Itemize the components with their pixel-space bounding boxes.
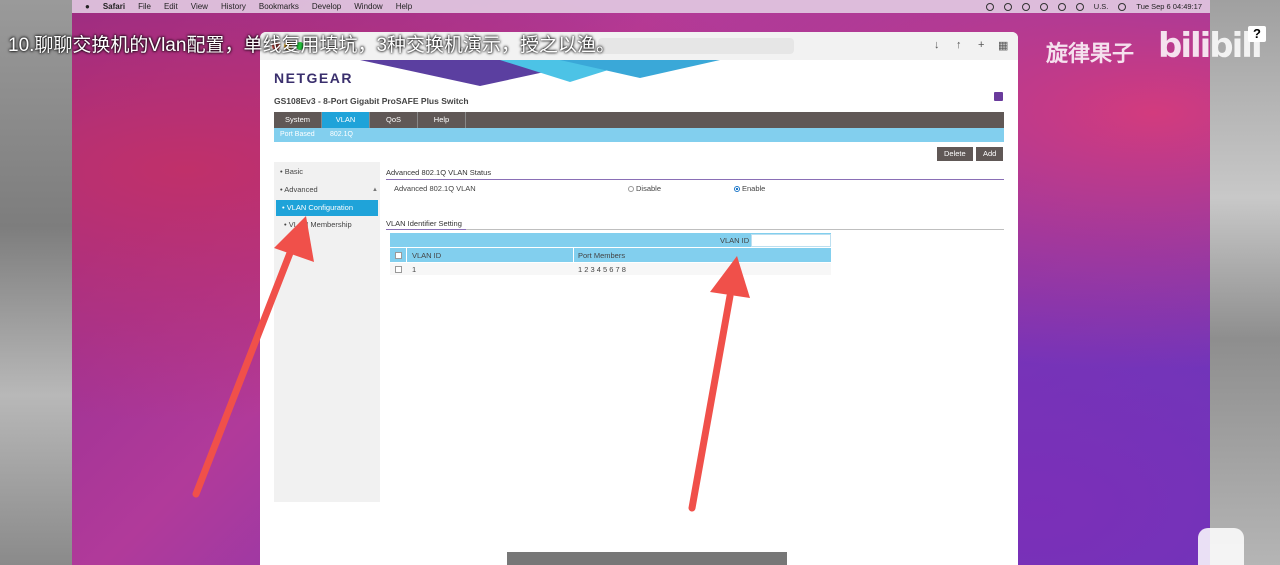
delete-button[interactable]: Delete <box>937 147 973 161</box>
menu-file[interactable]: File <box>138 2 151 11</box>
logout-icon[interactable] <box>994 92 1003 101</box>
safari-window: ↓ ↑ + ▦ NETGEAR GS108Ev3 - 8-Port Gigabi… <box>260 32 1018 565</box>
headphones-icon[interactable] <box>1039 2 1048 11</box>
section-divider <box>386 179 1004 180</box>
column-separator <box>573 248 574 262</box>
download-icon[interactable]: ↓ <box>934 39 940 51</box>
radio-on-icon <box>734 186 740 192</box>
menu-edit[interactable]: Edit <box>164 2 178 11</box>
left-menu: • Basic • Advanced ▲ • VLAN Configuration… <box>274 162 380 502</box>
input-source-label[interactable]: U.S. <box>1094 2 1109 11</box>
main-nav: System VLAN QoS Help <box>274 112 1004 128</box>
menu-vlan-membership[interactable]: • VLAN Membership <box>274 217 380 233</box>
menu-port-pvid-label: PVID <box>288 237 307 246</box>
enable-radio-label: Enable <box>742 184 766 193</box>
tab-vlan[interactable]: VLAN <box>322 112 370 128</box>
menu-view[interactable]: View <box>191 2 208 11</box>
wifi-icon[interactable] <box>1075 2 1084 11</box>
bilibili-tv-icon <box>1198 528 1244 565</box>
record-icon[interactable] <box>985 2 994 11</box>
wechat-icon[interactable] <box>1021 2 1030 11</box>
menu-advanced[interactable]: • Advanced ▲ <box>274 182 380 198</box>
menubar-clock[interactable]: Tue Sep 6 04:49:17 <box>1136 2 1202 11</box>
menu-history[interactable]: History <box>221 2 246 11</box>
subtitle-box <box>507 552 787 565</box>
table-row: 1 1 2 3 4 5 6 7 8 <box>390 263 831 275</box>
add-button[interactable]: Add <box>976 147 1004 161</box>
select-all-checkbox[interactable] <box>395 252 402 259</box>
menu-window[interactable]: Window <box>354 2 382 11</box>
section-divider <box>466 229 1004 230</box>
column-vlan-id: VLAN ID <box>412 251 442 260</box>
menu-vlan-configuration-label: VLAN Configuration <box>286 203 354 212</box>
vlan-mode-label: Advanced 802.1Q VLAN <box>394 184 476 193</box>
share-icon[interactable]: ↑ <box>956 39 962 51</box>
radio-off-icon <box>628 186 634 192</box>
menubar-status-area: U.S. Tue Sep 6 04:49:17 <box>985 0 1202 13</box>
vlan-id-input[interactable] <box>751 234 831 247</box>
subnav-802-1q[interactable]: 802.1Q <box>330 131 353 138</box>
menu-basic[interactable]: • Basic <box>274 164 380 180</box>
menu-advanced-label: Advanced <box>284 185 318 194</box>
menu-help[interactable]: Help <box>396 2 412 11</box>
vlan-id-entry-label: VLAN ID <box>720 236 750 245</box>
row-vlan-id: 1 <box>412 265 417 274</box>
device-model-title: GS108Ev3 - 8-Port Gigabit ProSAFE Plus S… <box>274 96 469 106</box>
subnav-port-based[interactable]: Port Based <box>280 131 315 138</box>
right-blurred-border <box>1210 0 1280 565</box>
apple-icon[interactable]: ● <box>85 2 90 11</box>
row-port-members: 1 2 3 4 5 6 7 8 <box>578 265 626 274</box>
column-separator <box>406 248 407 262</box>
menu-vlan-membership-label: VLAN Membership <box>288 220 352 229</box>
tab-overview-icon[interactable]: ▦ <box>998 39 1008 52</box>
menu-port-pvid[interactable]: • PVID <box>274 234 380 250</box>
header-banner <box>260 60 1018 100</box>
menu-safari[interactable]: Safari <box>103 2 125 11</box>
tab-qos[interactable]: QoS <box>370 112 418 128</box>
sub-nav: Port Based 802.1Q <box>274 128 1004 142</box>
control-center-icon[interactable] <box>1118 2 1127 11</box>
status-section-title: Advanced 802.1Q VLAN Status <box>386 168 492 177</box>
tab-help[interactable]: Help <box>418 112 466 128</box>
identifier-section-title: VLAN Identifier Setting <box>386 219 462 228</box>
channel-watermark: 旋律果子 <box>1046 41 1135 66</box>
tab-system[interactable]: System <box>274 112 322 128</box>
banner-shape <box>560 60 720 78</box>
table-header: VLAN ID Port Members <box>390 248 831 262</box>
left-blurred-border <box>0 0 72 565</box>
menu-bookmarks[interactable]: Bookmarks <box>259 2 299 11</box>
menu-develop[interactable]: Develop <box>312 2 341 11</box>
column-port-members: Port Members <box>578 251 626 260</box>
bilibili-logo: bilibili <box>1158 26 1263 66</box>
row-checkbox[interactable] <box>395 266 402 273</box>
menu-vlan-configuration[interactable]: • VLAN Configuration <box>276 200 378 216</box>
video-title-overlay: 10.聊聊交换机的Vlan配置，单线复用填坑，3种交换机演示，授之以渔。 <box>8 35 616 56</box>
mac-menubar: ● Safari File Edit View History Bookmark… <box>72 0 1210 13</box>
menu-basic-label: Basic <box>284 167 304 176</box>
caret-icon: ▲ <box>372 187 378 193</box>
bluetooth-icon[interactable] <box>1057 2 1066 11</box>
cloud-icon[interactable] <box>1003 2 1012 11</box>
enable-radio[interactable]: Enable <box>734 184 765 193</box>
disable-radio-label: Disable <box>636 184 662 193</box>
section-divider <box>386 229 466 230</box>
new-tab-icon[interactable]: + <box>978 39 984 51</box>
help-icon[interactable]: ? <box>1248 26 1266 42</box>
netgear-logo: NETGEAR <box>274 70 353 86</box>
address-bar[interactable] <box>598 38 794 54</box>
disable-radio[interactable]: Disable <box>628 184 661 193</box>
